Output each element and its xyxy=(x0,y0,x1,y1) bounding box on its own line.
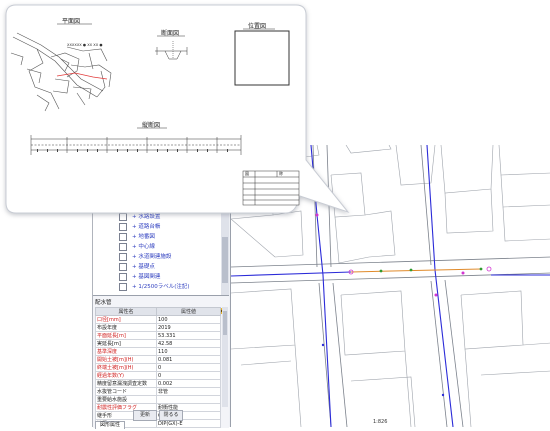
table-row[interactable]: 布設年度 2019 xyxy=(95,323,221,332)
attribute-name-cell: 精度留意漏洩調査定数 xyxy=(95,379,157,388)
layer-checkbox[interactable] xyxy=(119,263,127,271)
profile-view-sketch xyxy=(30,135,242,155)
attribute-value-cell[interactable]: 42.58 xyxy=(156,339,221,348)
attribute-name-cell: 終端土被[m](H) xyxy=(95,363,157,372)
map-scale-label: 1:826 xyxy=(373,419,388,425)
layer-checkbox[interactable] xyxy=(119,253,127,261)
attribute-table-scrollbar[interactable] xyxy=(222,307,228,407)
layer-label: + 水道関連施設 xyxy=(132,254,172,260)
plan-view-map xyxy=(10,32,112,112)
layer-label: + 基礎点 xyxy=(132,264,155,270)
attribute-value-cell[interactable]: 0 xyxy=(156,363,221,372)
table-row[interactable]: 継手形G-X xyxy=(95,411,221,420)
layer-item[interactable]: + 水路設置 xyxy=(93,212,221,222)
layer-item[interactable]: + 基礎点 xyxy=(93,262,221,272)
record-navigation: ◀◀▶▶ xyxy=(197,297,225,314)
column-header-value: 属性値 xyxy=(156,307,221,316)
table-row[interactable]: 精度留意漏洩調査定数 0.002 xyxy=(95,379,221,388)
column-header-name: 属性名 xyxy=(95,307,157,316)
layer-checkbox[interactable] xyxy=(119,273,127,281)
attribute-value-cell[interactable] xyxy=(156,395,221,404)
attribute-name-cell: 布設年度 xyxy=(95,323,157,332)
table-row[interactable]: 平面延長[m] 53.331 xyxy=(95,331,221,340)
location-map-frame xyxy=(234,30,290,86)
attribute-name-cell: 水抜管コード xyxy=(95,387,157,396)
layer-label: + 水路設置 xyxy=(132,214,161,220)
table-row[interactable]: 終端土被[m](H) 0 xyxy=(95,363,221,372)
attribute-value-cell[interactable]: 0.002 xyxy=(156,379,221,388)
section-view-sketch xyxy=(155,41,188,60)
table-row[interactable]: 基準深度 110 xyxy=(95,347,221,356)
table-row[interactable]: 重要給水施設 xyxy=(95,395,221,404)
attribute-value-cell[interactable]: 100 xyxy=(156,315,221,324)
table-row[interactable]: 水抜管コード 非管 xyxy=(95,387,221,396)
table-row[interactable]: 実延長[m] 42.58 xyxy=(95,339,221,348)
table-row[interactable]: 口径[mm] 100 xyxy=(95,315,221,324)
layer-label: + 道路台帳 xyxy=(132,224,161,230)
attribute-value-cell[interactable]: 2019 xyxy=(156,323,221,332)
layer-checkbox[interactable] xyxy=(119,243,127,251)
layer-item[interactable]: + 基図関連 xyxy=(93,272,221,282)
layer-item[interactable]: + 地番図 xyxy=(93,232,221,242)
attribute-name-cell: 開始土被[m](H) xyxy=(95,355,157,364)
drawing-sheet-preview: 平面図 断面図 位置図 縦断図 XXXXXX ● XX XX ● 図 称 xyxy=(7,7,303,213)
attribute-name-cell: 重要給水施設 xyxy=(95,395,157,404)
drawing-sheet-graphics xyxy=(10,23,300,206)
layer-item[interactable]: + 道路台帳 xyxy=(93,222,221,232)
profile-ticks xyxy=(37,149,228,152)
attribute-panel-title: 配水管 xyxy=(95,300,112,306)
attribute-panel: 配水管 ◀◀▶▶ 属性名 属性値 口径[mm]100布設年度2019平面延長[m… xyxy=(93,295,229,429)
close-button[interactable]: 閉るる xyxy=(159,410,183,421)
scrollbar-thumb[interactable] xyxy=(222,237,228,283)
attribute-name-cell: 経過年数(Y) xyxy=(95,371,157,380)
plan-selected-pipe xyxy=(56,72,108,80)
attribute-value-cell[interactable]: 0 xyxy=(156,371,221,380)
layer-item[interactable]: + 1/2500ラベル(注記) xyxy=(93,282,221,292)
scrollbar-thumb[interactable] xyxy=(223,311,227,335)
attribute-table: 属性名 属性値 口径[mm] 100 布設年度 2019 平面延長[m] 53.331 実延… xyxy=(95,307,221,428)
table-header-row: 属性名 属性値 xyxy=(95,307,221,316)
layer-label: + 1/2500ラベル(注記) xyxy=(132,284,190,290)
attribute-name-cell: 口径[mm] xyxy=(95,315,157,324)
layer-label: + 中心線 xyxy=(132,244,155,250)
layer-label: + 地番図 xyxy=(132,234,155,240)
layer-checkbox[interactable] xyxy=(119,223,127,231)
layer-item[interactable]: + 中心線 xyxy=(93,242,221,252)
title-block-header-2: 称 xyxy=(279,171,283,176)
layer-checkbox[interactable] xyxy=(119,233,127,241)
title-block xyxy=(242,170,300,206)
layer-item[interactable]: + 水道関連施設 xyxy=(93,252,221,262)
update-button[interactable]: 更新 xyxy=(133,410,157,421)
table-row[interactable]: 耐震性評価フラグ 耐衝性能 xyxy=(95,403,221,412)
tab-shape-attributes[interactable]: 図形属性 xyxy=(95,421,126,429)
title-block-header: 図 xyxy=(245,171,249,176)
attribute-value-cell[interactable]: 0.081 xyxy=(156,355,221,364)
layer-label: + 基図関連 xyxy=(132,274,161,280)
layer-checkbox[interactable] xyxy=(119,283,127,291)
attribute-name-cell: 実延長[m] xyxy=(95,339,157,348)
attribute-value-cell[interactable]: 非管 xyxy=(156,387,221,396)
table-row[interactable]: 開始土被[m](H) 0.081 xyxy=(95,355,221,364)
attribute-value-cell[interactable]: 110 xyxy=(156,347,221,356)
attribute-name-cell: 平面延長[m] xyxy=(95,331,157,340)
attribute-value-cell[interactable]: 53.331 xyxy=(156,331,221,340)
table-row[interactable]: 経過年数(Y) 0 xyxy=(95,371,221,380)
attribute-name-cell: 基準深度 xyxy=(95,347,157,356)
selected-pipe-highlight xyxy=(350,268,482,273)
layer-checkbox[interactable] xyxy=(119,213,127,221)
